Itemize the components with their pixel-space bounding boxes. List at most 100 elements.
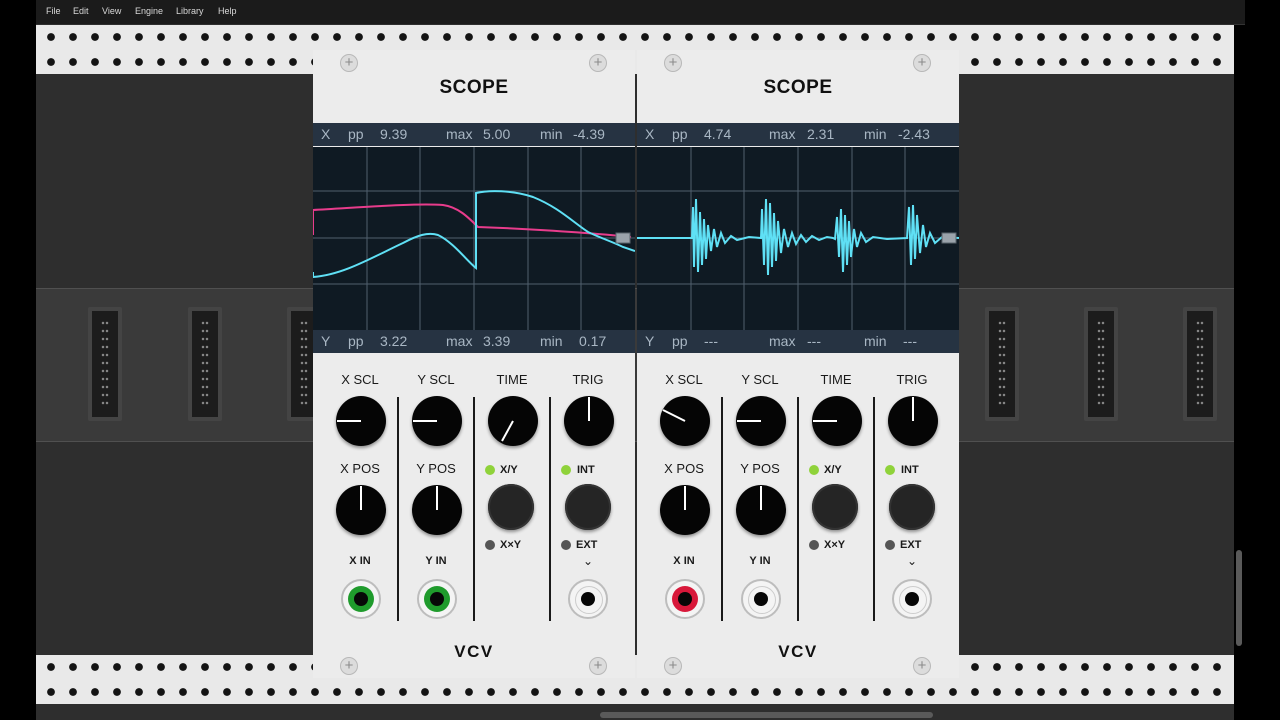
min-label: min bbox=[864, 126, 887, 142]
menu-file[interactable]: File bbox=[46, 6, 61, 16]
pp-label: pp bbox=[348, 126, 364, 142]
x-stats-bar: X pp 4.74 max 2.31 min -2.43 bbox=[637, 123, 959, 146]
module-title: SCOPE bbox=[763, 77, 833, 98]
ext-trigger-jack[interactable] bbox=[892, 579, 932, 619]
xxy-mode-led bbox=[809, 540, 819, 550]
y-position-knob[interactable] bbox=[412, 485, 462, 535]
menu-engine[interactable]: Engine bbox=[135, 6, 163, 16]
background-slot bbox=[88, 307, 122, 421]
module-title: SCOPE bbox=[439, 77, 509, 98]
menu-help[interactable]: Help bbox=[218, 6, 237, 16]
menu-edit[interactable]: Edit bbox=[73, 6, 89, 16]
y-in-label: Y IN bbox=[425, 555, 447, 567]
trig-label: TRIG bbox=[896, 372, 928, 387]
xy-mode-label: X/Y bbox=[824, 464, 842, 476]
x-input-jack[interactable] bbox=[665, 579, 705, 619]
x-max-value: 2.31 bbox=[807, 126, 835, 142]
scope-module[interactable]: + + + + SCOPE X pp 4.74 max 2.31 min -2.… bbox=[637, 50, 959, 678]
x-pp-value: 9.39 bbox=[380, 126, 408, 142]
ext-trigger-label: EXT bbox=[576, 539, 598, 551]
time-label: TIME bbox=[820, 372, 852, 387]
y-position-knob[interactable] bbox=[736, 485, 786, 535]
xy-mode-led bbox=[809, 465, 819, 475]
y-scl-label: Y SCL bbox=[417, 372, 455, 387]
y-stats-bar: Y pp --- max --- min --- bbox=[637, 330, 959, 353]
menu-library[interactable]: Library bbox=[176, 6, 204, 16]
int-trigger-label: INT bbox=[901, 464, 919, 476]
background-slot bbox=[985, 307, 1019, 421]
y-min-value: 0.17 bbox=[579, 333, 607, 349]
trace-y bbox=[313, 203, 632, 238]
time-knob[interactable] bbox=[488, 396, 538, 446]
x-stats-bar: X pp 9.39 max 5.00 min -4.39 bbox=[313, 123, 635, 146]
min-label: min bbox=[540, 333, 563, 349]
x-channel-label: X bbox=[321, 126, 331, 142]
y-input-jack[interactable] bbox=[741, 579, 781, 619]
y-stats-bar: Y pp 3.22 max 3.39 min 0.17 bbox=[313, 330, 635, 353]
panel-divider bbox=[797, 397, 799, 621]
min-label: min bbox=[864, 333, 887, 349]
y-input-jack[interactable] bbox=[417, 579, 457, 619]
horizontal-scrollbar[interactable] bbox=[600, 712, 933, 718]
x-input-jack[interactable] bbox=[341, 579, 381, 619]
y-scale-knob[interactable] bbox=[736, 396, 786, 446]
y-in-label: Y IN bbox=[749, 555, 771, 567]
scope-module[interactable]: + + + + SCOPE X pp 9.39 max 5.00 min -4.… bbox=[313, 50, 635, 678]
trigger-source-button[interactable] bbox=[889, 484, 935, 530]
x-pp-value: 4.74 bbox=[704, 126, 732, 142]
panel-divider bbox=[873, 397, 875, 621]
max-label: max bbox=[769, 126, 796, 142]
x-min-value: -2.43 bbox=[898, 126, 930, 142]
x-pos-label: X POS bbox=[340, 461, 380, 476]
y-pos-label: Y POS bbox=[740, 461, 780, 476]
chevron-down-icon: ⌄ bbox=[906, 554, 918, 568]
y-min-value: --- bbox=[903, 333, 917, 349]
x-min-value: -4.39 bbox=[573, 126, 605, 142]
time-label: TIME bbox=[496, 372, 528, 387]
ext-trigger-label: EXT bbox=[900, 539, 922, 551]
vcv-logo: VCV bbox=[778, 642, 818, 661]
trig-label: TRIG bbox=[572, 372, 604, 387]
pp-label: pp bbox=[672, 126, 688, 142]
vcv-logo: VCV bbox=[454, 642, 494, 661]
min-label: min bbox=[540, 126, 563, 142]
xy-mode-button[interactable] bbox=[488, 484, 534, 530]
x-scale-knob[interactable] bbox=[660, 396, 710, 446]
scope-display bbox=[313, 147, 635, 330]
xy-mode-button[interactable] bbox=[812, 484, 858, 530]
screw-icon: + bbox=[664, 54, 682, 72]
trigger-marker-icon bbox=[941, 232, 957, 244]
x-max-value: 5.00 bbox=[483, 126, 511, 142]
y-channel-label: Y bbox=[321, 333, 331, 349]
y-max-value: --- bbox=[807, 333, 821, 349]
x-scl-label: X SCL bbox=[665, 372, 703, 387]
screw-icon: + bbox=[589, 54, 607, 72]
x-position-knob[interactable] bbox=[336, 485, 386, 535]
ext-trigger-led bbox=[561, 540, 571, 550]
x-pos-label: X POS bbox=[664, 461, 704, 476]
pp-label: pp bbox=[672, 333, 688, 349]
x-in-label: X IN bbox=[673, 555, 695, 567]
x-scl-label: X SCL bbox=[341, 372, 379, 387]
trigger-level-knob[interactable] bbox=[888, 396, 938, 446]
menu-view[interactable]: View bbox=[102, 6, 121, 16]
x-position-knob[interactable] bbox=[660, 485, 710, 535]
chevron-down-icon: ⌄ bbox=[582, 554, 594, 568]
y-pos-label: Y POS bbox=[416, 461, 456, 476]
time-knob[interactable] bbox=[812, 396, 862, 446]
ext-trigger-jack[interactable] bbox=[568, 579, 608, 619]
y-max-value: 3.39 bbox=[483, 333, 511, 349]
x-in-label: X IN bbox=[349, 555, 371, 567]
y-scale-knob[interactable] bbox=[412, 396, 462, 446]
int-trigger-label: INT bbox=[577, 464, 595, 476]
vertical-scrollbar[interactable] bbox=[1236, 550, 1242, 646]
background-slot bbox=[1084, 307, 1118, 421]
trigger-level-knob[interactable] bbox=[564, 396, 614, 446]
screw-icon: + bbox=[913, 54, 931, 72]
x-scale-knob[interactable] bbox=[336, 396, 386, 446]
trigger-source-button[interactable] bbox=[565, 484, 611, 530]
background-slot bbox=[188, 307, 222, 421]
rack-rail-bottom bbox=[36, 655, 1234, 704]
x-channel-label: X bbox=[645, 126, 655, 142]
pp-label: pp bbox=[348, 333, 364, 349]
